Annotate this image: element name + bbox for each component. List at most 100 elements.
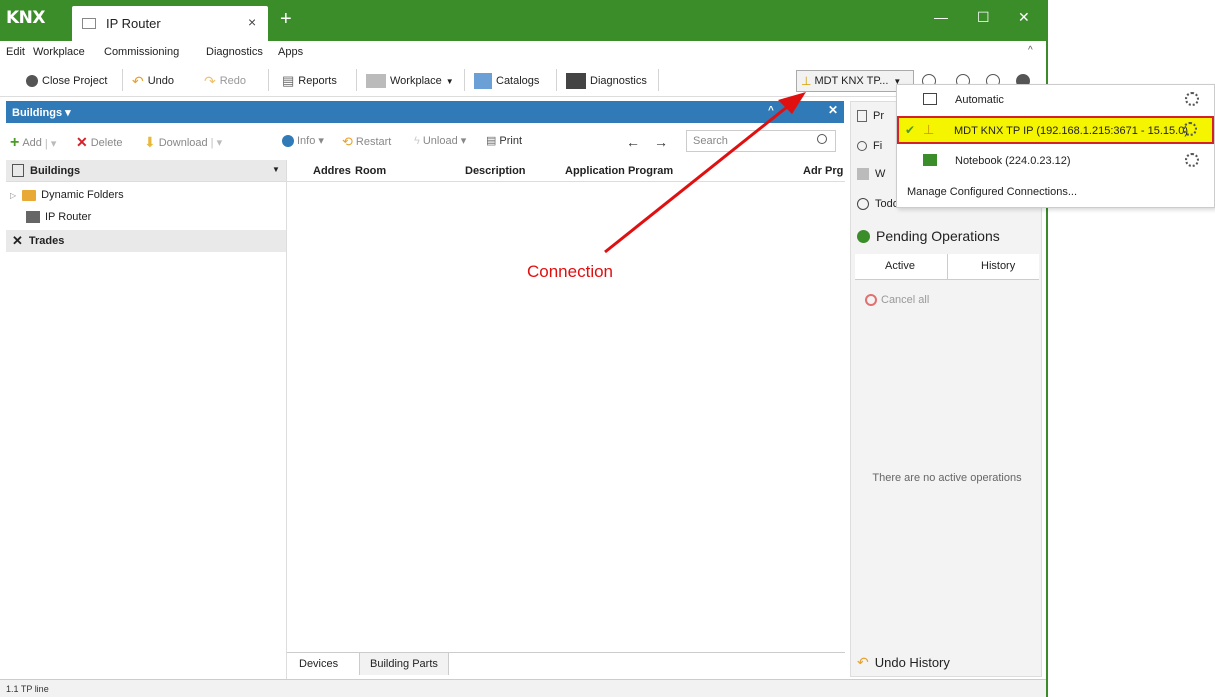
- folder-icon: [22, 189, 37, 201]
- tab-building-parts[interactable]: Building Parts: [359, 653, 449, 675]
- close-project-button[interactable]: Close Project: [26, 71, 107, 91]
- no-operations-message: There are no active operations: [872, 472, 1022, 484]
- operations-list: Cancel all There are no active operation…: [855, 282, 1039, 652]
- plus-icon: +: [10, 134, 20, 151]
- grid-header: Addres Room Description Application Prog…: [287, 160, 845, 182]
- toolbar-separator: [464, 69, 465, 91]
- download-icon: ⬇: [144, 134, 156, 150]
- play-icon: [857, 229, 870, 243]
- tab-history[interactable]: History: [981, 260, 1015, 272]
- new-tab-button[interactable]: +: [280, 8, 292, 31]
- maximize-button[interactable]: ☐: [977, 9, 990, 26]
- operations-tabs: Active History: [855, 254, 1039, 280]
- collapse-panel-icon[interactable]: ^: [768, 105, 774, 116]
- expand-arrow-icon: ▷: [10, 190, 17, 200]
- column-description[interactable]: Description: [465, 165, 526, 177]
- catalogs-button[interactable]: Catalogs: [474, 71, 539, 91]
- column-room[interactable]: Room: [355, 165, 386, 177]
- tree-item-trades[interactable]: ✕ Trades: [6, 230, 286, 252]
- title-bar: KNX IP Router × + — ☐ ✕: [0, 0, 1048, 41]
- workplace-icon: [366, 74, 386, 88]
- chevron-down-icon: ▼: [445, 76, 454, 86]
- info-circle-icon: [282, 134, 294, 147]
- connection-icon: ⊥: [801, 74, 812, 88]
- menu-workplace[interactable]: Workplace: [33, 46, 85, 58]
- add-button[interactable]: + Add | ▾: [10, 134, 56, 152]
- gear-icon[interactable]: [1183, 122, 1197, 136]
- workspace-icon: [857, 168, 869, 180]
- delete-icon: ✕: [76, 134, 88, 150]
- toolbar-separator: [556, 69, 557, 91]
- tab-devices[interactable]: Devices: [289, 653, 349, 675]
- cancel-icon: [865, 294, 877, 306]
- undo-button[interactable]: ↶ Undo: [132, 71, 174, 91]
- tree-header[interactable]: Buildings ▼: [6, 160, 286, 182]
- tab-divider: [947, 254, 948, 280]
- column-address[interactable]: Addres: [313, 165, 351, 177]
- search-input[interactable]: Search: [686, 130, 836, 152]
- tab-active[interactable]: Active: [885, 260, 915, 272]
- close-panel-button[interactable]: ✕: [822, 103, 844, 121]
- diagnostics-icon: [566, 73, 586, 89]
- checkmark-icon: ✔: [905, 123, 916, 137]
- toolbar-separator: [268, 69, 269, 91]
- column-application-program[interactable]: Application Program: [565, 165, 673, 177]
- printer-icon: ▤: [282, 73, 295, 88]
- reports-button[interactable]: ▤ Reports: [282, 71, 337, 91]
- column-adr-prg[interactable]: Adr Prg: [803, 165, 843, 177]
- unload-button[interactable]: ϟ Unload ▾: [414, 134, 466, 148]
- redo-button[interactable]: ↷ Redo: [204, 71, 246, 91]
- close-window-button[interactable]: ✕: [1018, 9, 1030, 26]
- gear-icon[interactable]: [1185, 92, 1199, 106]
- clock-icon: [857, 198, 869, 210]
- toolbar-separator: [658, 69, 659, 91]
- back-arrow-icon[interactable]: ←: [626, 134, 640, 150]
- menu-edit[interactable]: Edit: [6, 46, 25, 58]
- grid-tabs: Devices Building Parts: [287, 652, 845, 675]
- side-item-pr[interactable]: Pr: [857, 110, 884, 122]
- menu-bar: Edit Workplace Commissioning Diagnostics…: [0, 41, 1046, 63]
- buildings-tree: Buildings ▼ ▷ Dynamic Folders IP Router …: [6, 160, 286, 680]
- restart-button[interactable]: ⟲ Restart: [342, 134, 391, 150]
- menu-apps[interactable]: Apps: [278, 46, 303, 58]
- connection-notebook[interactable]: Notebook (224.0.23.12): [897, 147, 1214, 175]
- delete-button[interactable]: ✕ Delete: [76, 134, 123, 151]
- diagnostics-button[interactable]: Diagnostics: [566, 71, 647, 91]
- project-icon: [82, 18, 96, 29]
- connection-automatic[interactable]: Automatic: [897, 86, 1214, 114]
- annotation-label: Connection: [527, 262, 614, 281]
- connection-dropdown: Automatic ✔ ⊥ MDT KNX TP IP (192.168.1.2…: [896, 84, 1215, 208]
- collapse-ribbon-icon[interactable]: ^: [1028, 45, 1033, 56]
- menu-commissioning[interactable]: Commissioning: [104, 46, 179, 58]
- buildings-dropdown[interactable]: Buildings ▾: [12, 106, 71, 119]
- workplace-button[interactable]: Workplace ▼: [366, 71, 454, 91]
- manage-connections-link[interactable]: Manage Configured Connections...: [907, 186, 1077, 198]
- find-icon: [857, 141, 867, 151]
- menu-diagnostics[interactable]: Diagnostics: [206, 46, 263, 58]
- tab-ip-router[interactable]: IP Router ×: [72, 6, 268, 41]
- buildings-icon: [12, 164, 24, 177]
- forward-arrow-icon[interactable]: →: [654, 134, 668, 150]
- connection-mdt-knx[interactable]: ✔ ⊥ MDT KNX TP IP (192.168.1.215:3671 - …: [897, 116, 1214, 144]
- undo-history[interactable]: ↶ Undo History: [857, 654, 950, 671]
- knx-app-window: KNX IP Router × + — ☐ ✕ Edit Workplace C…: [0, 0, 1048, 697]
- info-button[interactable]: Info ▾: [282, 134, 324, 147]
- print-button[interactable]: ▤ Print: [486, 134, 522, 148]
- download-button[interactable]: ⬇ Download | ▾: [144, 134, 222, 151]
- side-item-w[interactable]: W: [857, 168, 885, 180]
- restart-icon: ⟲: [342, 134, 353, 149]
- gear-icon[interactable]: [1185, 153, 1199, 167]
- unload-icon: ϟ: [414, 134, 420, 147]
- properties-icon: [857, 110, 867, 122]
- redo-icon: ↷: [204, 72, 216, 89]
- cancel-all-button[interactable]: Cancel all: [865, 294, 929, 306]
- undo-icon: ↶: [132, 72, 144, 89]
- knx-logo: KNX: [6, 8, 46, 28]
- side-item-fi[interactable]: Fi: [857, 140, 882, 152]
- minimize-button[interactable]: —: [934, 9, 948, 25]
- undo-icon: ↶: [857, 654, 869, 670]
- tree-item-ip-router[interactable]: IP Router: [6, 206, 286, 228]
- tree-item-dynamic-folders[interactable]: ▷ Dynamic Folders: [6, 184, 286, 206]
- pending-operations[interactable]: Pending Operations: [857, 228, 1000, 244]
- close-tab-button[interactable]: ×: [248, 14, 256, 30]
